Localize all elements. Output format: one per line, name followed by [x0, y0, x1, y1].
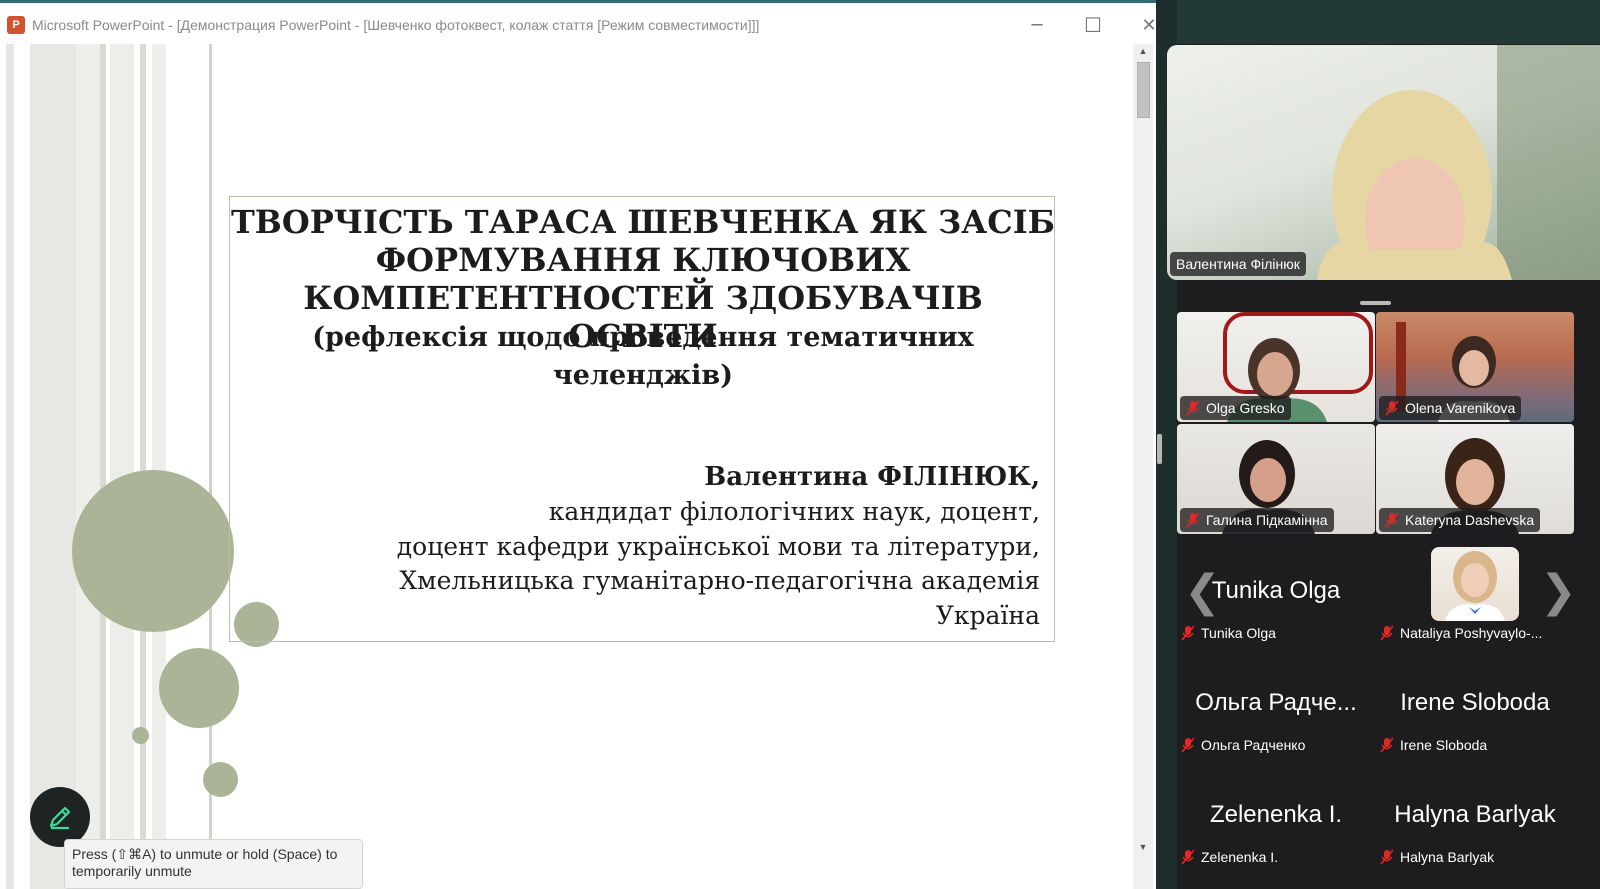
participant-display-name: Irene Sloboda — [1400, 689, 1550, 716]
vertical-scrollbar[interactable]: ▲ ▼ — [1133, 44, 1153, 889]
decor-stripe — [140, 44, 146, 889]
participant-tile[interactable]: Kateryna Dashevska — [1376, 424, 1574, 534]
mute-icon — [1186, 512, 1200, 528]
mute-icon — [1181, 625, 1195, 641]
mute-icon — [1181, 737, 1195, 753]
participant-tile[interactable]: Irene Sloboda Irene Sloboda — [1376, 648, 1574, 758]
minimize-button[interactable]: ─ — [1009, 6, 1065, 44]
mute-icon — [1181, 849, 1195, 865]
decor-circle — [203, 762, 238, 797]
zoom-top-bar — [1177, 0, 1600, 44]
slide-canvas[interactable]: ТВОРЧІСТЬ ТАРАСА ШЕВЧЕНКА ЯК ЗАСІБ ФОРМУ… — [6, 44, 1156, 889]
participant-name-label: Irene Sloboda — [1380, 735, 1487, 755]
powerpoint-window: P Microsoft PowerPoint - [Демонстрация P… — [0, 0, 1177, 889]
participant-tile[interactable]: Olena Varenikova — [1376, 312, 1574, 422]
participant-tile[interactable]: Olga Gresko — [1177, 312, 1375, 422]
participant-name-label: Kateryna Dashevska — [1379, 508, 1541, 532]
decor-stripe — [152, 44, 166, 889]
gallery-next-icon[interactable]: ❯ — [1540, 570, 1577, 614]
participant-display-name: Zelenenka I. — [1209, 801, 1343, 828]
author-institution: Хмельницька гуманітарно-педагогічна акад… — [399, 566, 1040, 595]
participant-avatar — [1431, 547, 1519, 621]
gallery-prev-icon[interactable]: ❮ — [1184, 570, 1221, 614]
mute-icon — [1385, 512, 1399, 528]
participant-name: Olena Varenikova — [1405, 400, 1516, 416]
slide-subtitle: (рефлексія щодо проведення тематичних че… — [270, 319, 1016, 395]
participant-name: Olga Gresko — [1206, 400, 1285, 416]
pencil-icon — [49, 806, 71, 830]
scroll-up-icon[interactable]: ▲ — [1137, 46, 1149, 56]
decor-stripe — [30, 44, 76, 889]
participant-name-label: Halyna Barlyak — [1380, 847, 1494, 867]
decor-stripe — [209, 44, 212, 889]
avatar-photo — [1445, 551, 1505, 621]
participant-name-label: Ольга Радченко — [1181, 735, 1305, 755]
window-titlebar[interactable]: P Microsoft PowerPoint - [Демонстрация P… — [0, 6, 1177, 44]
author-country: Україна — [935, 600, 1040, 630]
participant-name: Halyna Barlyak — [1400, 849, 1495, 865]
decor-circle — [132, 727, 149, 744]
powerpoint-icon: P — [7, 16, 25, 34]
window-title: Microsoft PowerPoint - [Демонстрация Pow… — [32, 17, 760, 33]
screen: P Microsoft PowerPoint - [Демонстрация P… — [0, 0, 1600, 889]
active-speaker-video[interactable]: Валентина Філінюк — [1167, 45, 1600, 280]
slide-text-frame: ТВОРЧІСТЬ ТАРАСА ШЕВЧЕНКА ЯК ЗАСІБ ФОРМУ… — [229, 196, 1055, 642]
participant-name: Kateryna Dashevska — [1405, 512, 1535, 528]
annotate-button[interactable] — [30, 787, 90, 847]
participant-display-name: Ольга Радче... — [1195, 689, 1357, 716]
participant-name: Nataliya Poshyvaylo-... — [1400, 625, 1543, 641]
participant-display-name: Halyna Barlyak — [1394, 801, 1556, 828]
decor-circle — [72, 470, 234, 632]
slide-title-line: ТВОРЧІСТЬ ТАРАСА ШЕВЧЕНКА ЯК ЗАСІБ — [230, 203, 1056, 241]
decor-circle — [159, 648, 239, 728]
decor-stripe — [110, 44, 134, 889]
participant-name-label: Olena Varenikova — [1379, 396, 1522, 420]
mute-icon — [1380, 737, 1394, 753]
participant-tile[interactable]: Zelenenka I. Zelenenka I. — [1177, 760, 1375, 870]
author-block: Валентина ФІЛІНЮК, кандидат філологічних… — [397, 459, 1040, 633]
scroll-thumb[interactable] — [1137, 62, 1150, 118]
scroll-down-icon[interactable]: ▼ — [1137, 842, 1149, 852]
participant-name: Irene Sloboda — [1400, 737, 1488, 753]
panel-resize-handle[interactable] — [1157, 434, 1162, 464]
mute-icon — [1385, 400, 1399, 416]
participant-name-label: Tunika Olga — [1181, 623, 1276, 643]
participant-name: Галина Підкамінна — [1206, 512, 1328, 528]
panel-drag-handle[interactable] — [1360, 301, 1391, 305]
mute-icon — [1380, 849, 1394, 865]
participant-name: Tunika Olga — [1201, 625, 1276, 641]
mute-icon — [1380, 625, 1394, 641]
participant-name-label: Галина Підкамінна — [1180, 508, 1334, 532]
participant-name: Ольга Радченко — [1201, 737, 1306, 753]
slide-title-line: ФОРМУВАННЯ КЛЮЧОВИХ — [375, 241, 911, 279]
participant-gallery: Olga Gresko Olena Varenikova Галина Підк… — [1177, 312, 1600, 889]
participant-name: Zelenenka I. — [1201, 849, 1279, 865]
slide-subtitle-line: (рефлексія щодо проведення тематичних — [312, 322, 974, 353]
decor-stripe — [100, 44, 106, 889]
maximize-button[interactable]: ☐ — [1065, 6, 1121, 44]
speaker-silhouette — [1317, 45, 1600, 280]
decor-stripe — [76, 44, 100, 889]
participant-tile[interactable]: Halyna Barlyak Halyna Barlyak — [1376, 760, 1574, 870]
participant-name-label: Nataliya Poshyvaylo-... — [1380, 623, 1542, 643]
author-position: доцент кафедри української мови та літер… — [396, 531, 1040, 561]
participant-tile[interactable]: Галина Підкамінна — [1177, 424, 1375, 534]
participant-name-label: Zelenenka I. — [1181, 847, 1278, 867]
author-name: Валентина ФІЛІНЮК, — [704, 462, 1040, 492]
unmute-tooltip: Press (⇧⌘A) to unmute or hold (Space) to… — [64, 839, 363, 889]
participant-tile[interactable]: Ольга Радче... Ольга Радченко — [1177, 648, 1375, 758]
window-controls: ─ ☐ ✕ — [1009, 6, 1177, 44]
participant-name-label: Olga Gresko — [1180, 396, 1291, 420]
author-degree: кандидат філологічних наук, доцент, — [548, 497, 1040, 526]
mute-icon — [1186, 400, 1200, 416]
speaker-name-label: Валентина Філінюк — [1170, 252, 1306, 276]
decor-stripe — [6, 44, 14, 889]
slide-subtitle-line: челенджів) — [553, 360, 733, 391]
